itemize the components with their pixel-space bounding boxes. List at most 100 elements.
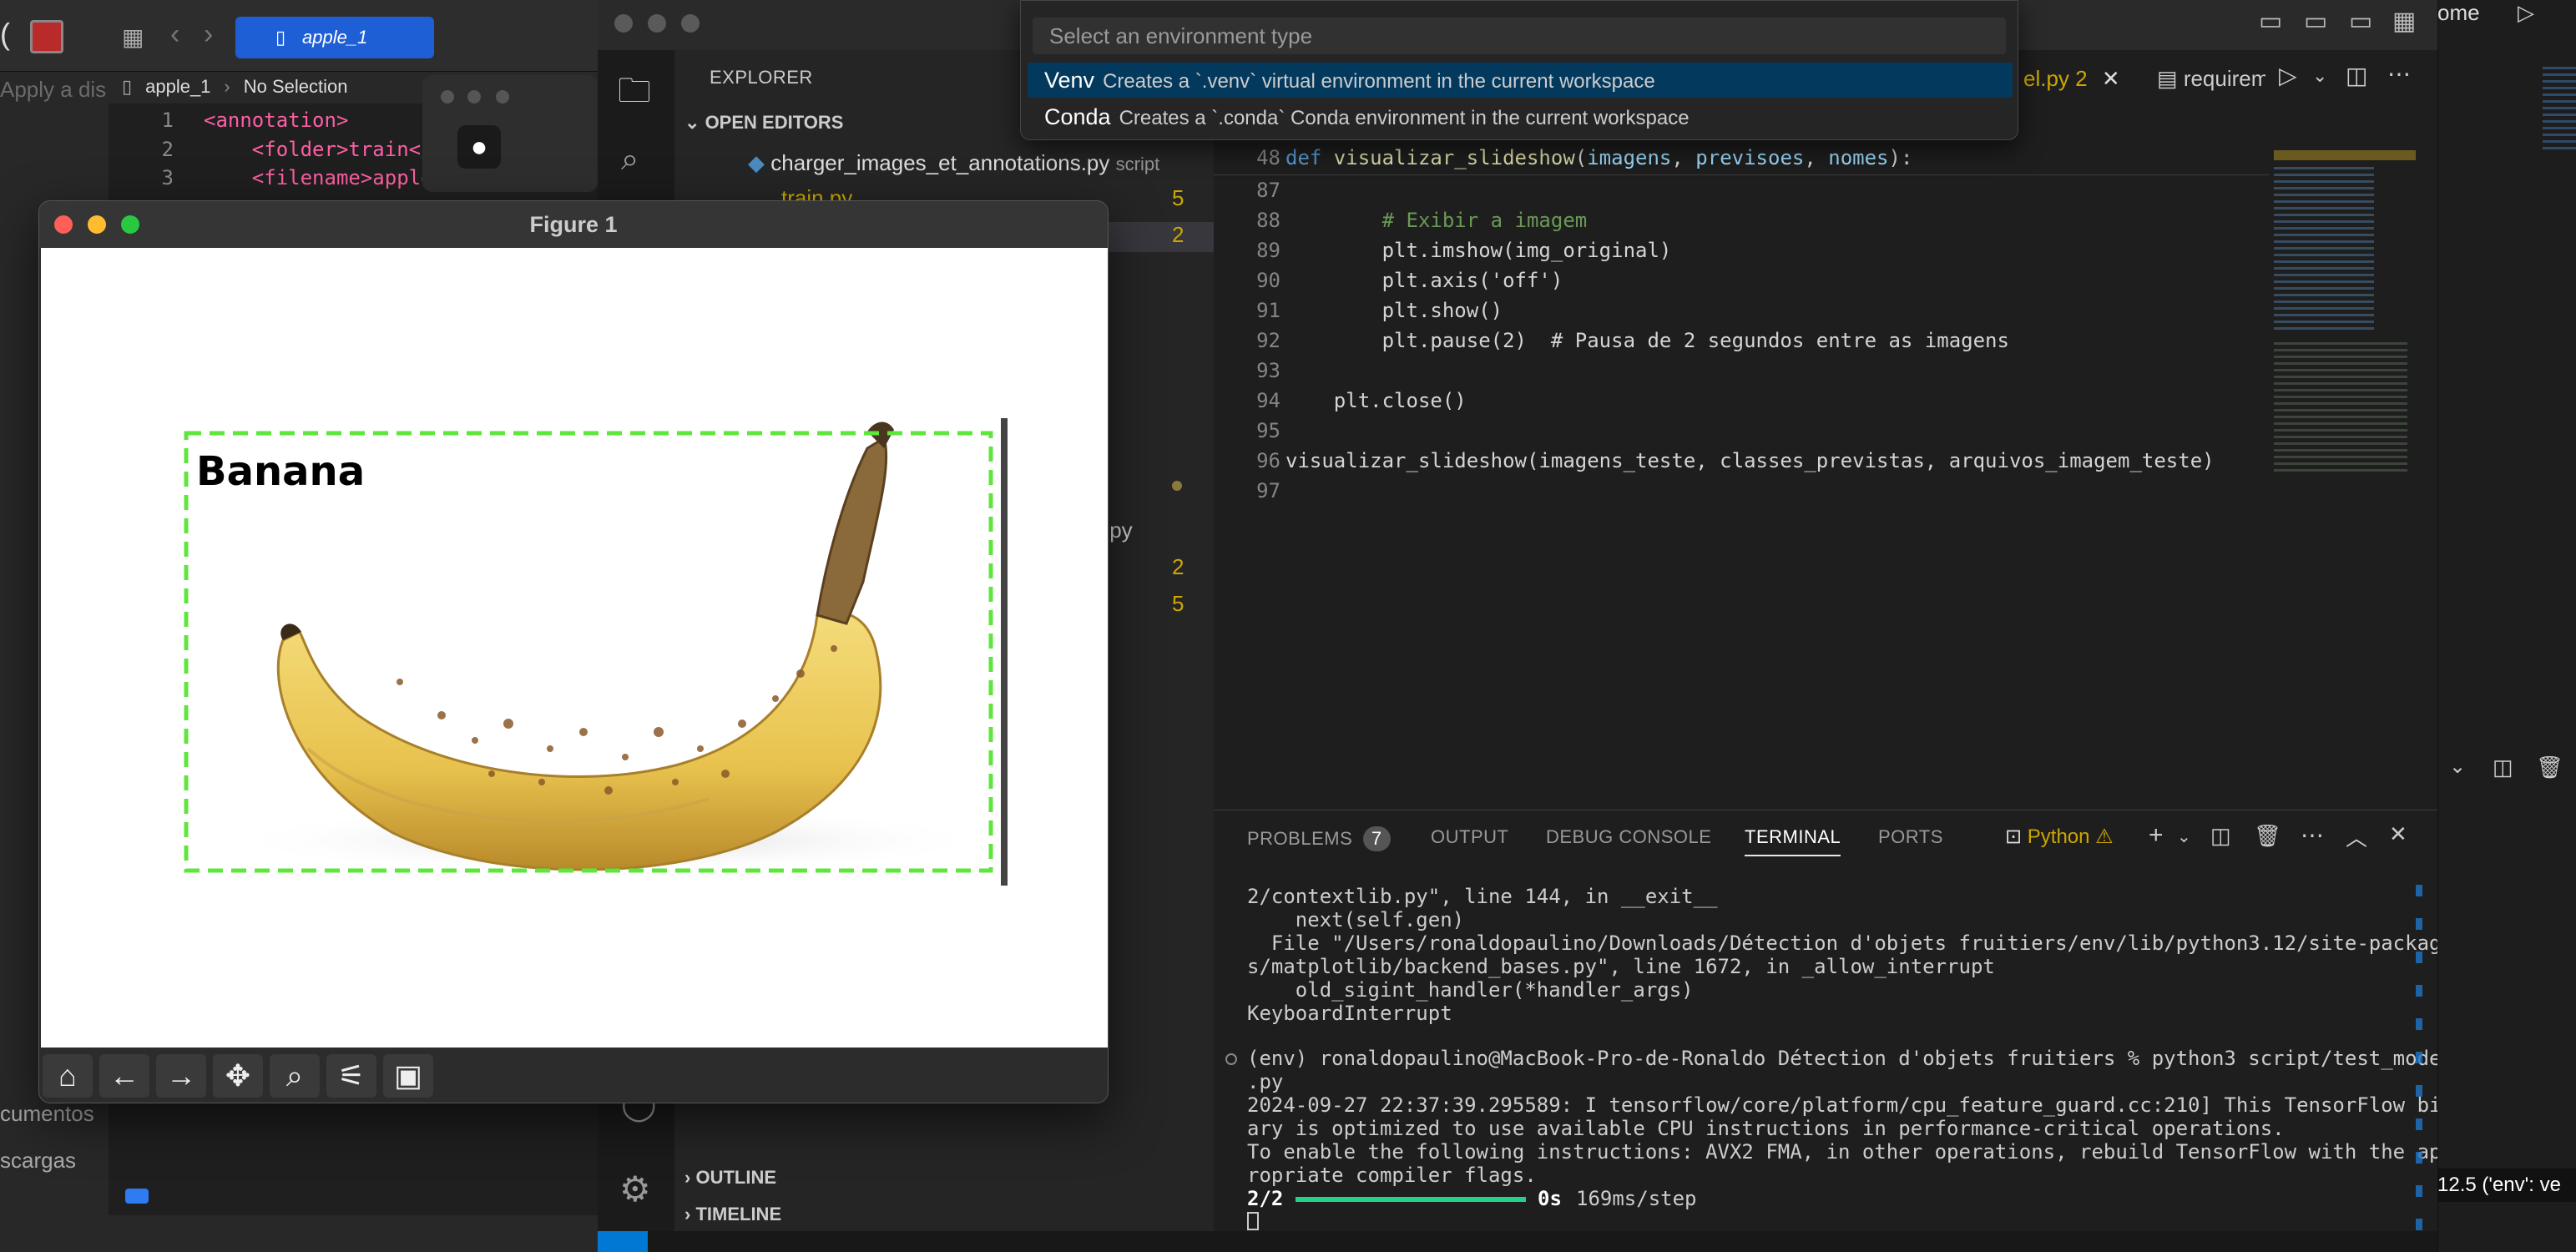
open-editor-item[interactable]: ◆ charger_images_et_annotations.py scrip… <box>748 150 1204 180</box>
terminal-line: .py <box>1247 1070 1284 1093</box>
toggle-secondary-sidebar-icon[interactable]: ▭ <box>2349 7 2372 36</box>
zoom-window-button[interactable] <box>121 215 139 234</box>
command-decoration-icon[interactable] <box>1225 1053 1237 1065</box>
terminal-profile[interactable]: ⊡ Python ⚠ <box>2005 825 2114 849</box>
forward-arrow-icon[interactable]: → <box>156 1054 206 1098</box>
minimap[interactable] <box>2269 142 2419 476</box>
figure-canvas[interactable]: Banana <box>41 248 1108 1048</box>
close-icon[interactable]: ✕ <box>2102 66 2120 91</box>
configure-subplots-icon[interactable]: ⚟ <box>326 1054 376 1098</box>
split-terminal-icon[interactable]: ◫ <box>2493 755 2513 780</box>
breadcrumb-selection[interactable]: No Selection <box>244 76 348 98</box>
chevron-down-icon[interactable]: ⌄ <box>2449 755 2466 779</box>
warning-icon: ⚠ <box>2095 825 2114 848</box>
progress-track <box>1296 1197 1526 1202</box>
minimize-window-button[interactable] <box>648 14 666 33</box>
open-editors-header[interactable]: ⌄ OPEN EDITORS <box>684 112 843 134</box>
more-actions-icon[interactable]: ⋯ <box>2387 60 2411 88</box>
terminal-profile-label: Python <box>2027 825 2090 848</box>
home-icon[interactable]: ⌂ <box>43 1054 93 1098</box>
quick-pick-item-conda[interactable]: Conda Creates a `.conda` Conda environmen… <box>1028 99 2013 134</box>
bracket-icon: ( <box>0 17 10 51</box>
code-line: 2 <folder>train</ <box>161 138 433 161</box>
close-window-button[interactable] <box>614 14 633 33</box>
terminal-line: ary is optimized to use available CPU in… <box>1247 1117 2285 1140</box>
chevron-down-icon[interactable]: ⌄ <box>2177 826 2191 847</box>
chevron-down-icon[interactable]: ⌄ <box>2312 65 2327 87</box>
line-number: 88 <box>1256 209 1280 232</box>
file-tab[interactable]: ▯ apple_1 <box>235 17 434 58</box>
window-control[interactable] <box>467 90 481 103</box>
trash-icon[interactable]: 🗑 <box>2254 823 2281 849</box>
more-actions-icon[interactable]: ⋯ <box>2301 821 2324 849</box>
status-bar <box>598 1231 2437 1252</box>
editor-tab-label: el.py 2 <box>2023 66 2088 91</box>
terminal-line: next(self.gen) <box>1247 908 1465 931</box>
breadcrumb: ▯ apple_1 › No Selection <box>122 70 348 103</box>
layout-icon[interactable]: ▦ <box>2392 7 2416 36</box>
code-line: plt.imshow(img_original) <box>1285 239 1672 262</box>
trash-icon[interactable]: 🗑 <box>2536 755 2563 780</box>
window-control[interactable] <box>496 90 509 103</box>
maximize-panel-icon[interactable]: ︿ <box>2346 821 2367 852</box>
line-number: 94 <box>1256 389 1280 412</box>
quick-pick-item-desc: Creates a `.conda` Conda environment in … <box>1119 107 1690 129</box>
gear-icon[interactable]: ⚙ <box>619 1169 651 1209</box>
terminal-line: 2/contextlib.py", line 144, in __exit__ <box>1247 885 1718 908</box>
remote-indicator[interactable] <box>598 1231 648 1252</box>
forward-icon[interactable]: › <box>204 18 213 51</box>
code-line: # Exibir a imagem <box>1285 209 1588 232</box>
terminal-line: File "/Users/ronaldopaulino/Downloads/Dé… <box>1247 931 2453 955</box>
figure-toolbar: ⌂ ← → ✥ ⌕ ⚟ ▣ <box>39 1048 1108 1103</box>
figure-window: Figure 1 Banana ⌂ ← → ✥ ⌕ ⚟ ▣ <box>38 200 1109 1103</box>
back-icon[interactable]: ‹ <box>170 18 179 51</box>
terminal-scroll-markers <box>2416 885 2422 1235</box>
pan-icon[interactable]: ✥ <box>213 1054 263 1098</box>
run-icon[interactable]: ▷ <box>2279 62 2297 89</box>
bounding-box-label: Banana <box>196 448 366 495</box>
tab-ports[interactable]: PORTS <box>1878 826 1943 848</box>
window-control[interactable] <box>441 90 454 103</box>
zoom-window-button[interactable] <box>681 14 700 33</box>
split-editor-icon[interactable]: ◫ <box>2346 62 2367 89</box>
close-window-button[interactable] <box>54 215 73 234</box>
terminal-line: (env) ronaldopaulino@MacBook-Pro-de-Rona… <box>1247 1047 2453 1070</box>
terminal-line: KeyboardInterrupt <box>1247 1002 1452 1025</box>
breadcrumb-file[interactable]: apple_1 <box>145 76 210 98</box>
toggle-sidebar-icon[interactable]: ▭ <box>2259 7 2282 36</box>
open-editor-name: charger_images_et_annotations.py <box>770 150 1110 175</box>
grid-icon[interactable]: ▦ <box>122 23 147 50</box>
split-terminal-icon[interactable]: ◫ <box>2210 823 2231 849</box>
editor-tab-active[interactable]: el.py 2 ✕ <box>2018 57 2135 100</box>
explorer-icon[interactable]: 🗀 <box>618 67 651 124</box>
minimap <box>2543 67 2576 150</box>
terminal-line: ropriate compiler flags. <box>1247 1164 1537 1187</box>
explorer-title: EXPLORER <box>710 67 813 88</box>
new-terminal-icon[interactable]: + <box>2149 821 2164 850</box>
tab-terminal[interactable]: TERMINAL <box>1745 826 1841 856</box>
timeline-section[interactable]: › TIMELINE <box>684 1204 781 1225</box>
tab-problems[interactable]: PROBLEMS 7 <box>1247 826 1391 851</box>
tab-output[interactable]: OUTPUT <box>1431 826 1508 848</box>
quick-pick-input[interactable]: Select an environment type <box>1033 18 2006 54</box>
filter-hint: Apply a dis <box>0 77 107 102</box>
toggle-panel-icon[interactable]: ▭ <box>2304 7 2327 36</box>
tab-debug-console[interactable]: DEBUG CONSOLE <box>1546 826 1711 848</box>
editor-tab[interactable]: ▤ requirem <box>2157 57 2265 100</box>
minimize-window-button[interactable] <box>88 215 106 234</box>
search-icon[interactable]: ⌕ <box>621 142 639 178</box>
outline-section[interactable]: › OUTLINE <box>684 1167 776 1189</box>
back-arrow-icon[interactable]: ← <box>99 1054 149 1098</box>
stop-icon[interactable] <box>30 20 63 53</box>
close-panel-icon[interactable]: ✕ <box>2389 821 2407 847</box>
problem-count: 5 <box>1172 591 1184 616</box>
save-icon[interactable]: ▣ <box>383 1054 433 1098</box>
document-icon: ▯ <box>122 76 133 97</box>
interpreter-status[interactable]: 12.5 ('env': ve <box>2437 1169 2576 1202</box>
quick-pick-item-venv[interactable]: Venv Creates a `.venv` virtual environmen… <box>1028 63 2013 98</box>
chat-bubble-icon[interactable]: ● <box>457 125 501 169</box>
progress-rate: 169ms/step <box>1576 1187 1697 1210</box>
tab-problems-label: PROBLEMS <box>1247 828 1353 849</box>
zoom-icon[interactable]: ⌕ <box>270 1054 320 1098</box>
run-icon[interactable]: ▷ <box>2518 0 2534 26</box>
